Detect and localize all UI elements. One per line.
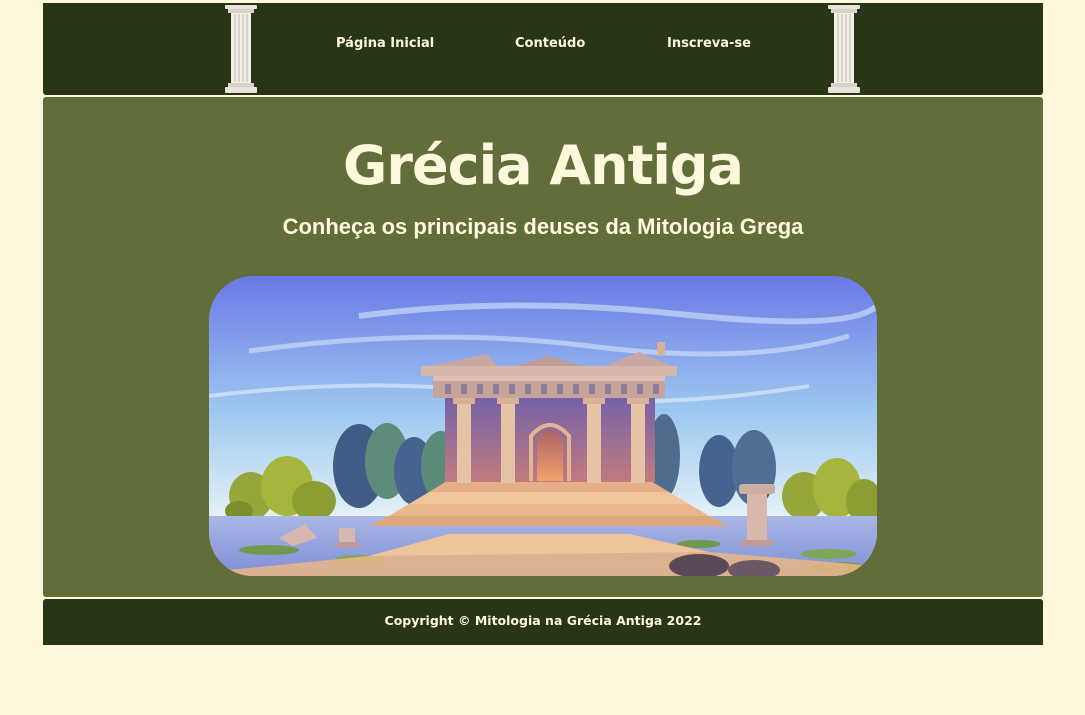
main-nav: Página Inicial Conteúdo Inscreva-se (43, 36, 1043, 56)
greek-temple-illustration (209, 276, 877, 576)
copyright-text: Copyright © Mitologia na Grécia Antiga 2… (384, 613, 702, 628)
page-title: Grécia Antiga (343, 134, 744, 197)
nav-link-content[interactable]: Conteúdo (515, 36, 585, 51)
hero-image (209, 276, 877, 576)
page-subtitle: Conheça os principais deuses da Mitologi… (282, 214, 804, 239)
site-header: Página Inicial Conteúdo Inscreva-se (43, 3, 1043, 95)
nav-link-home[interactable]: Página Inicial (336, 36, 434, 51)
site-footer: Copyright © Mitologia na Grécia Antiga 2… (43, 599, 1043, 645)
nav-link-subscribe[interactable]: Inscreva-se (667, 36, 751, 51)
greek-column-icon (828, 5, 860, 93)
main-panel: Grécia Antiga Conheça os principais deus… (43, 97, 1043, 597)
page: Página Inicial Conteúdo Inscreva-se Gréc… (43, 3, 1043, 645)
